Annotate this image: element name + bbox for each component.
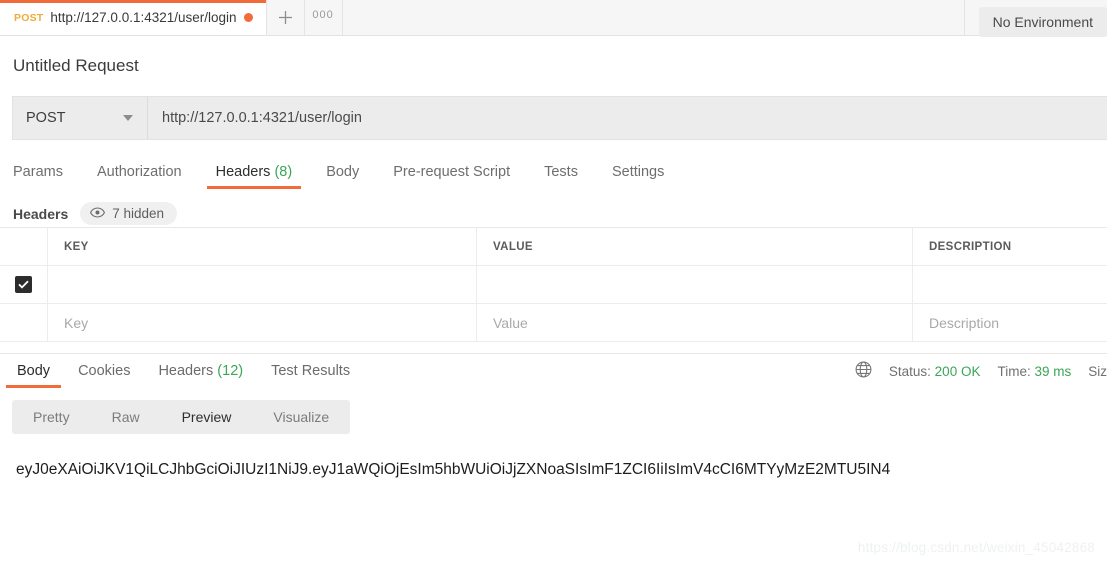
url-bar: POST http://127.0.0.1:4321/user/login: [12, 96, 1107, 140]
tab-tests[interactable]: Tests: [544, 164, 596, 189]
time-label: Time:: [997, 364, 1030, 379]
method-label: POST: [26, 110, 65, 126]
hidden-headers-count: 7 hidden: [112, 206, 164, 221]
tab-body-label: Body: [326, 164, 359, 180]
response-tab-cookies-label: Cookies: [78, 363, 130, 379]
format-button-preview[interactable]: Preview: [161, 400, 253, 434]
tab-bar: POST http://127.0.0.1:4321/user/login 00…: [0, 0, 1107, 36]
url-input[interactable]: http://127.0.0.1:4321/user/login: [148, 97, 1107, 139]
ellipsis-icon: 000: [312, 9, 333, 21]
headers-table: KEY VALUE DESCRIPTION Key Value Descript…: [0, 227, 1107, 342]
tab-options-button[interactable]: 000: [305, 0, 343, 35]
tab-authorization[interactable]: Authorization: [97, 164, 200, 189]
tab-method-label: POST: [14, 12, 43, 24]
tab-bar-spacer: [343, 0, 965, 35]
row-description-cell[interactable]: [913, 266, 1107, 303]
request-tab[interactable]: POST http://127.0.0.1:4321/user/login: [0, 0, 267, 35]
globe-icon[interactable]: [855, 361, 872, 381]
response-tab-cookies[interactable]: Cookies: [78, 363, 130, 388]
tab-params-label: Params: [13, 164, 63, 180]
request-tabs: Params Authorization Headers (8) Body Pr…: [0, 157, 1107, 189]
plus-icon: [277, 9, 294, 26]
row-checkbox[interactable]: [15, 276, 32, 293]
headers-section-header: Headers 7 hidden: [0, 189, 1107, 227]
header-cell-description: DESCRIPTION: [913, 228, 1107, 265]
watermark: https://blog.csdn.net/weixin_45042868: [858, 540, 1095, 555]
response-tab-test-results-label: Test Results: [271, 363, 350, 379]
request-title: Untitled Request: [0, 36, 1107, 76]
tab-authorization-label: Authorization: [97, 164, 182, 180]
table-row-placeholder[interactable]: Key Value Description: [0, 304, 1107, 342]
tab-headers-label: Headers: [216, 164, 271, 180]
tab-pre-request-script[interactable]: Pre-request Script: [393, 164, 528, 189]
response-format-toolbar: Pretty Raw Preview Visualize: [12, 400, 350, 434]
response-body-text: eyJ0eXAiOiJKV1QiLCJhbGciOiJIUzI1NiJ9.eyJ…: [16, 456, 1107, 483]
placeholder-key-input[interactable]: Key: [48, 304, 477, 341]
placeholder-checkbox-cell: [0, 304, 48, 341]
chevron-down-icon: [123, 115, 133, 121]
format-button-raw[interactable]: Raw: [91, 400, 161, 434]
response-tab-headers-count: (12): [217, 363, 243, 379]
row-key-cell[interactable]: [48, 266, 477, 303]
url-value: http://127.0.0.1:4321/user/login: [162, 110, 362, 126]
tab-pre-request-script-label: Pre-request Script: [393, 164, 510, 180]
tab-body[interactable]: Body: [326, 164, 377, 189]
status-value: 200 OK: [935, 364, 981, 379]
time-value: 39 ms: [1034, 364, 1071, 379]
eye-icon: [90, 206, 105, 221]
row-value-cell[interactable]: [477, 266, 913, 303]
response-tab-body-label: Body: [17, 363, 50, 379]
response-tab-body[interactable]: Body: [17, 363, 50, 388]
headers-table-head: KEY VALUE DESCRIPTION: [0, 228, 1107, 266]
placeholder-description-input[interactable]: Description: [913, 304, 1107, 341]
unsaved-changes-dot: [244, 13, 253, 22]
tab-params[interactable]: Params: [13, 164, 81, 189]
tab-settings-label: Settings: [612, 164, 664, 180]
header-cell-checkbox: [0, 228, 48, 265]
header-cell-value: VALUE: [477, 228, 913, 265]
tab-settings[interactable]: Settings: [612, 164, 682, 189]
format-button-visualize[interactable]: Visualize: [252, 400, 350, 434]
response-tab-test-results[interactable]: Test Results: [271, 363, 350, 388]
size-label: Siz: [1088, 364, 1107, 379]
tab-tests-label: Tests: [544, 164, 578, 180]
format-button-pretty[interactable]: Pretty: [12, 400, 91, 434]
header-cell-key: KEY: [48, 228, 477, 265]
tab-headers-count: (8): [274, 164, 292, 180]
row-checkbox-cell[interactable]: [0, 266, 48, 303]
time-readout: Time: 39 ms: [997, 364, 1071, 379]
response-status-group: Status: 200 OK Time: 39 ms Siz: [855, 361, 1107, 381]
placeholder-value-input[interactable]: Value: [477, 304, 913, 341]
hidden-headers-toggle[interactable]: 7 hidden: [80, 202, 177, 225]
headers-label: Headers: [13, 206, 68, 222]
tab-title-label: http://127.0.0.1:4321/user/login: [50, 10, 236, 25]
tab-headers[interactable]: Headers (8): [216, 164, 311, 189]
response-tab-headers[interactable]: Headers (12): [158, 363, 243, 388]
status-label: Status:: [889, 364, 931, 379]
response-tab-headers-label: Headers: [158, 363, 213, 379]
table-header-row: KEY VALUE DESCRIPTION: [0, 228, 1107, 266]
status-readout: Status: 200 OK: [889, 364, 981, 379]
new-tab-button[interactable]: [267, 0, 305, 35]
table-row[interactable]: [0, 266, 1107, 304]
response-pane: Body Cookies Headers (12) Test Results: [0, 353, 1107, 483]
response-tabs: Body Cookies Headers (12) Test Results: [0, 363, 364, 388]
response-tabs-row: Body Cookies Headers (12) Test Results: [0, 354, 1107, 388]
method-selector[interactable]: POST: [13, 97, 148, 139]
environment-selector[interactable]: No Environment: [979, 7, 1107, 37]
headers-table-body: Key Value Description: [0, 266, 1107, 342]
